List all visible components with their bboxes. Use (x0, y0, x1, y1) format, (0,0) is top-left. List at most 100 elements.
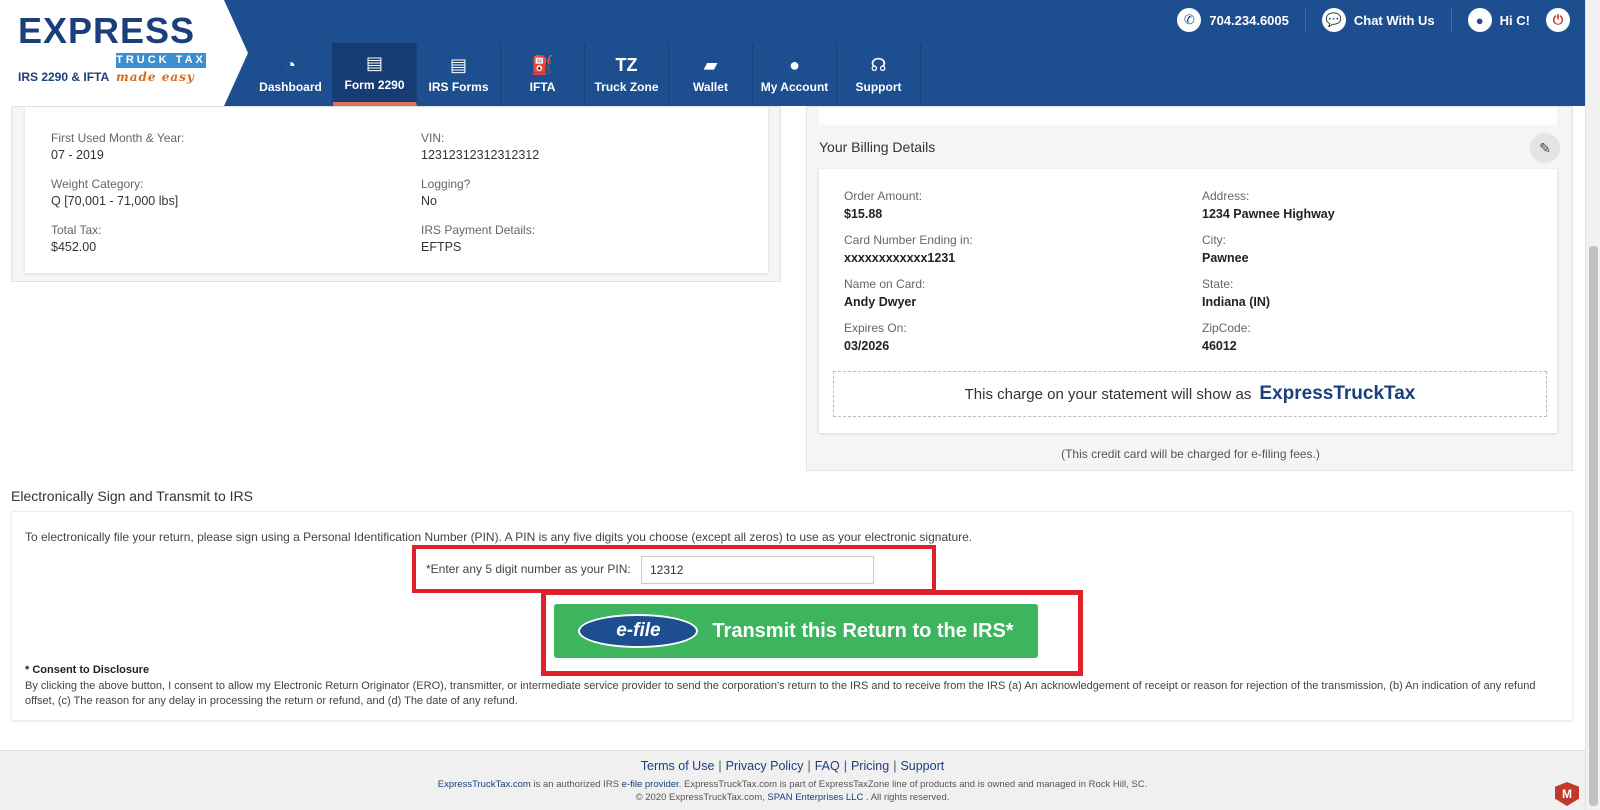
state-field: State: Indiana (IN) (1202, 277, 1270, 309)
field-label: Logging? (421, 177, 471, 191)
field-label: First Used Month & Year: (51, 131, 185, 145)
previous-card-edge (819, 107, 1557, 125)
nav-label: Wallet (693, 79, 728, 94)
nav-label: Truck Zone (594, 79, 659, 94)
field-label: Total Tax: (51, 223, 102, 237)
tz-icon: TZ (615, 54, 638, 75)
first-used-field: First Used Month & Year: 07 - 2019 (51, 131, 184, 162)
address-field: Address: 1234 Pawnee Highway (1202, 189, 1335, 221)
field-value: $452.00 (51, 240, 97, 254)
scrollbar-thumb[interactable] (1589, 246, 1598, 806)
footer-text: is an authorized IRS (530, 779, 622, 790)
phone-number: 704.234.6005 (1209, 12, 1289, 28)
logo[interactable]: EXPRESS TRUCK TAX IRS 2290 & IFTA made e… (0, 0, 248, 106)
vin-field: VIN: 12312312312312312 (421, 131, 539, 162)
statement-text: This charge on your statement will show … (964, 385, 1252, 403)
field-value: No (421, 194, 437, 208)
billing-card: Order Amount: $15.88 Card Number Ending … (819, 169, 1557, 433)
nav-dashboard[interactable]: ◔ Dashboard (249, 43, 333, 106)
pin-label: *Enter any 5 digit number as your PIN: (426, 562, 631, 576)
field-label: IRS Payment Details: (421, 223, 536, 237)
divider (1304, 7, 1306, 33)
transmit-highlight-box: e-file Transmit this Return to the IRS* (541, 590, 1083, 676)
field-label: Expires On: (844, 321, 907, 335)
nav-ifta[interactable]: ⛽ IFTA (501, 43, 585, 106)
nav-label: IRS Forms (428, 79, 489, 94)
nav-wallet[interactable]: ▰ Wallet (669, 43, 753, 106)
field-value: Pawnee (1202, 251, 1249, 265)
nav-form-2290[interactable]: ▤ Form 2290 (333, 43, 417, 106)
field-label: Address: (1202, 189, 1250, 203)
phone-link[interactable]: ✆ 704.234.6005 (1177, 8, 1289, 32)
nav-support[interactable]: ☊ Support (837, 43, 921, 106)
footer-link-pricing[interactable]: Pricing (851, 759, 889, 773)
wallet-icon: ▰ (703, 54, 718, 75)
logo-band: TRUCK TAX (116, 53, 206, 68)
efile-text: e-file (616, 620, 661, 641)
footer-text: © 2020 ExpressTruckTax.com, (635, 792, 768, 803)
billing-title: Your Billing Details (819, 139, 936, 155)
footer-links: Terms of Use | Privacy Policy | FAQ | Pricing |… (0, 759, 1585, 773)
logo-tagline-script: made easy (116, 70, 195, 84)
footer: Terms of Use | Privacy Policy | FAQ | Pricing |… (0, 750, 1585, 810)
nav-my-account[interactable]: ● My Account (753, 43, 837, 106)
nav-label: Form 2290 (344, 77, 405, 92)
logout-icon[interactable]: ⏻ (1546, 8, 1570, 32)
billing-note: (This credit card will be charged for e-… (1061, 447, 1320, 461)
edit-billing-button[interactable]: ✎ (1530, 133, 1560, 163)
footer-copyright: © 2020 ExpressTruckTax.com, SPAN Enterpr… (0, 792, 1585, 803)
nav-label: Support (855, 79, 902, 94)
consent-title: * Consent to Disclosure (25, 664, 150, 676)
order-amount-field: Order Amount: $15.88 (844, 189, 922, 221)
field-label: ZipCode: (1202, 321, 1251, 335)
app-header: EXPRESS TRUCK TAX IRS 2290 & IFTA made e… (0, 0, 1585, 106)
footer-span-link[interactable]: SPAN Enterprises LLC (767, 792, 863, 803)
chat-link[interactable]: 💬 Chat With Us (1321, 8, 1435, 32)
page-scrollbar[interactable] (1585, 0, 1600, 810)
logo-wordmark: EXPRESS (18, 10, 196, 51)
footer-link-terms[interactable]: Terms of Use (641, 759, 715, 773)
statement-brand: ExpressTruckTax (1259, 383, 1416, 404)
pin-input[interactable] (641, 556, 874, 584)
field-label: Weight Category: (51, 177, 144, 191)
footer-link-faq[interactable]: FAQ (815, 759, 840, 773)
field-value: 1234 Pawnee Highway (1202, 207, 1335, 221)
logging-field: Logging? No (421, 177, 470, 208)
headset-icon: ☊ (870, 54, 887, 75)
city-field: City: Pawnee (1202, 233, 1249, 265)
footer-efile-link[interactable]: e-file provider (622, 779, 679, 790)
field-value: EFTPS (421, 240, 462, 254)
sign-section-title: Electronically Sign and Transmit to IRS (11, 488, 253, 504)
footer-link-privacy[interactable]: Privacy Policy (726, 759, 804, 773)
gauge-icon: ◔ (285, 54, 296, 75)
vehicle-summary-panel: First Used Month & Year: 07 - 2019 VIN: … (11, 106, 781, 282)
forms-icon: ▤ (449, 54, 467, 75)
field-value: $15.88 (844, 207, 883, 221)
nav-truck-zone[interactable]: TZ Truck Zone (585, 43, 669, 106)
nav-irs-forms[interactable]: ▤ IRS Forms (417, 43, 501, 106)
footer-provider-line: ExpressTruckTax.com is an authorized IRS… (0, 779, 1585, 790)
main-nav: ◔ Dashboard ▤ Form 2290 ▤ IRS Forms ⛽ IF… (249, 43, 921, 106)
field-value: 03/2026 (844, 339, 890, 353)
user-greeting: Hi C! (1499, 12, 1530, 28)
transmit-to-irs-button[interactable]: e-file Transmit this Return to the IRS* (554, 604, 1038, 658)
pencil-icon: ✎ (1539, 139, 1551, 156)
vehicle-summary-card: First Used Month & Year: 07 - 2019 VIN: … (25, 107, 768, 273)
field-label: City: (1202, 233, 1226, 247)
expires-on-field: Expires On: 03/2026 (844, 321, 907, 353)
irs-payment-field: IRS Payment Details: EFTPS (421, 223, 535, 254)
card-number-field: Card Number Ending in: xxxxxxxxxxxx1231 (844, 233, 973, 265)
consent-text: By clicking the above button, I consent … (25, 680, 1536, 707)
user-icon: ● (789, 54, 800, 75)
top-utility-bar: ✆ 704.234.6005 💬 Chat With Us ● Hi C! ⏻ (1177, 0, 1570, 40)
pipe-divider: | (807, 759, 811, 773)
footer-text: . All rights reserved. (863, 792, 950, 803)
footer-link-support[interactable]: Support (900, 759, 944, 773)
pin-highlight-box: *Enter any 5 digit number as your PIN: (412, 545, 936, 593)
field-label: Card Number Ending in: (844, 233, 973, 247)
name-on-card-field: Name on Card: Andy Dwyer (844, 277, 925, 309)
nav-label: My Account (760, 79, 829, 94)
footer-site-link[interactable]: ExpressTruckTax.com (438, 779, 531, 790)
user-menu[interactable]: ● Hi C! (1467, 8, 1530, 32)
user-icon: ● (1467, 8, 1492, 32)
